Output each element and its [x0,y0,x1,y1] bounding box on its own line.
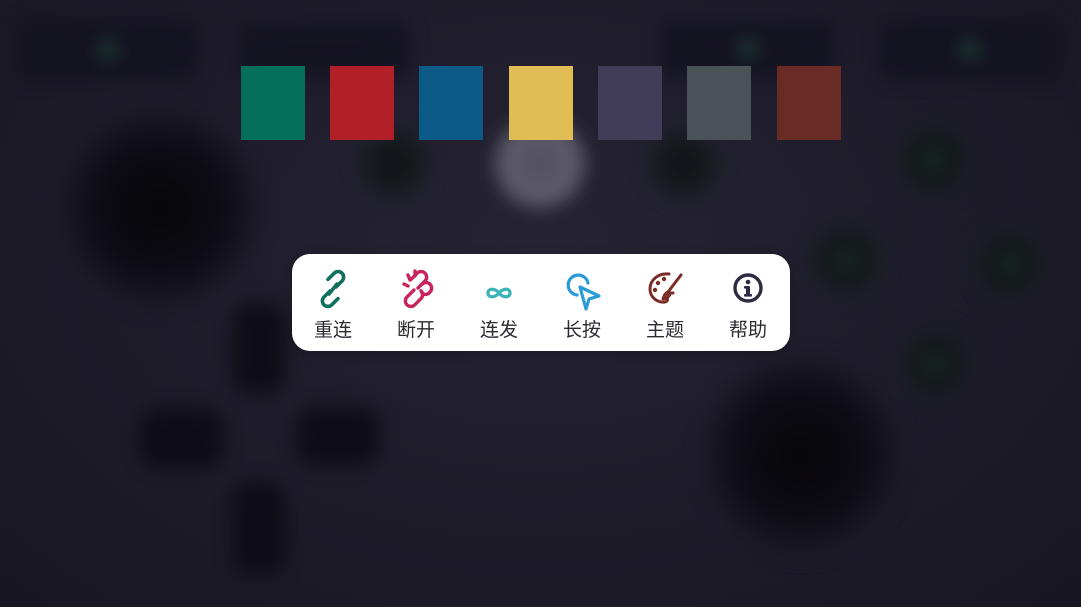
face-button-bottom [898,326,974,402]
turbo-button[interactable]: 连发 [459,254,539,351]
info-icon [724,266,772,312]
link-icon [309,266,357,312]
dpad-up [232,302,286,394]
dpad-down [232,482,286,574]
face-button-top [896,122,972,198]
theme-swatch-green[interactable] [241,66,305,140]
face-button-left [808,222,884,298]
palette-icon [641,266,689,312]
gamepad-screen: 重连 断开 连发 长按 主题 帮助 [0,0,1081,607]
disconnect-button[interactable]: 断开 [376,254,456,351]
long-press-button[interactable]: 长按 [542,254,622,351]
left-joystick [60,108,260,308]
dpad-left [140,408,224,468]
theme-swatch-yellow[interactable] [509,66,573,140]
reconnect-label: 重连 [313,319,352,341]
infinity-icon [475,266,523,312]
help-label: 帮助 [728,319,767,341]
face-button-right [972,226,1048,302]
long-press-label: 长按 [562,319,601,341]
action-toolbar: 重连 断开 连发 长按 主题 帮助 [292,254,790,351]
help-button[interactable]: 帮助 [708,254,788,351]
theme-swatch-purple[interactable] [598,66,662,140]
theme-swatch-slate[interactable] [687,66,751,140]
left-shoulder-button-1 [18,20,198,80]
cursor-pointer-icon [558,266,606,312]
disconnect-label: 断开 [396,319,435,341]
theme-swatch-blue[interactable] [419,66,483,140]
broken-link-icon [392,266,440,312]
theme-swatch-brown[interactable] [777,66,841,140]
reconnect-button[interactable]: 重连 [293,254,373,351]
dpad-right [296,406,380,466]
theme-swatch-red[interactable] [330,66,394,140]
right-joystick [702,356,902,556]
theme-label: 主题 [645,319,684,341]
turbo-label: 连发 [479,319,518,341]
right-shoulder-button-2 [880,20,1060,80]
theme-button[interactable]: 主题 [625,254,705,351]
